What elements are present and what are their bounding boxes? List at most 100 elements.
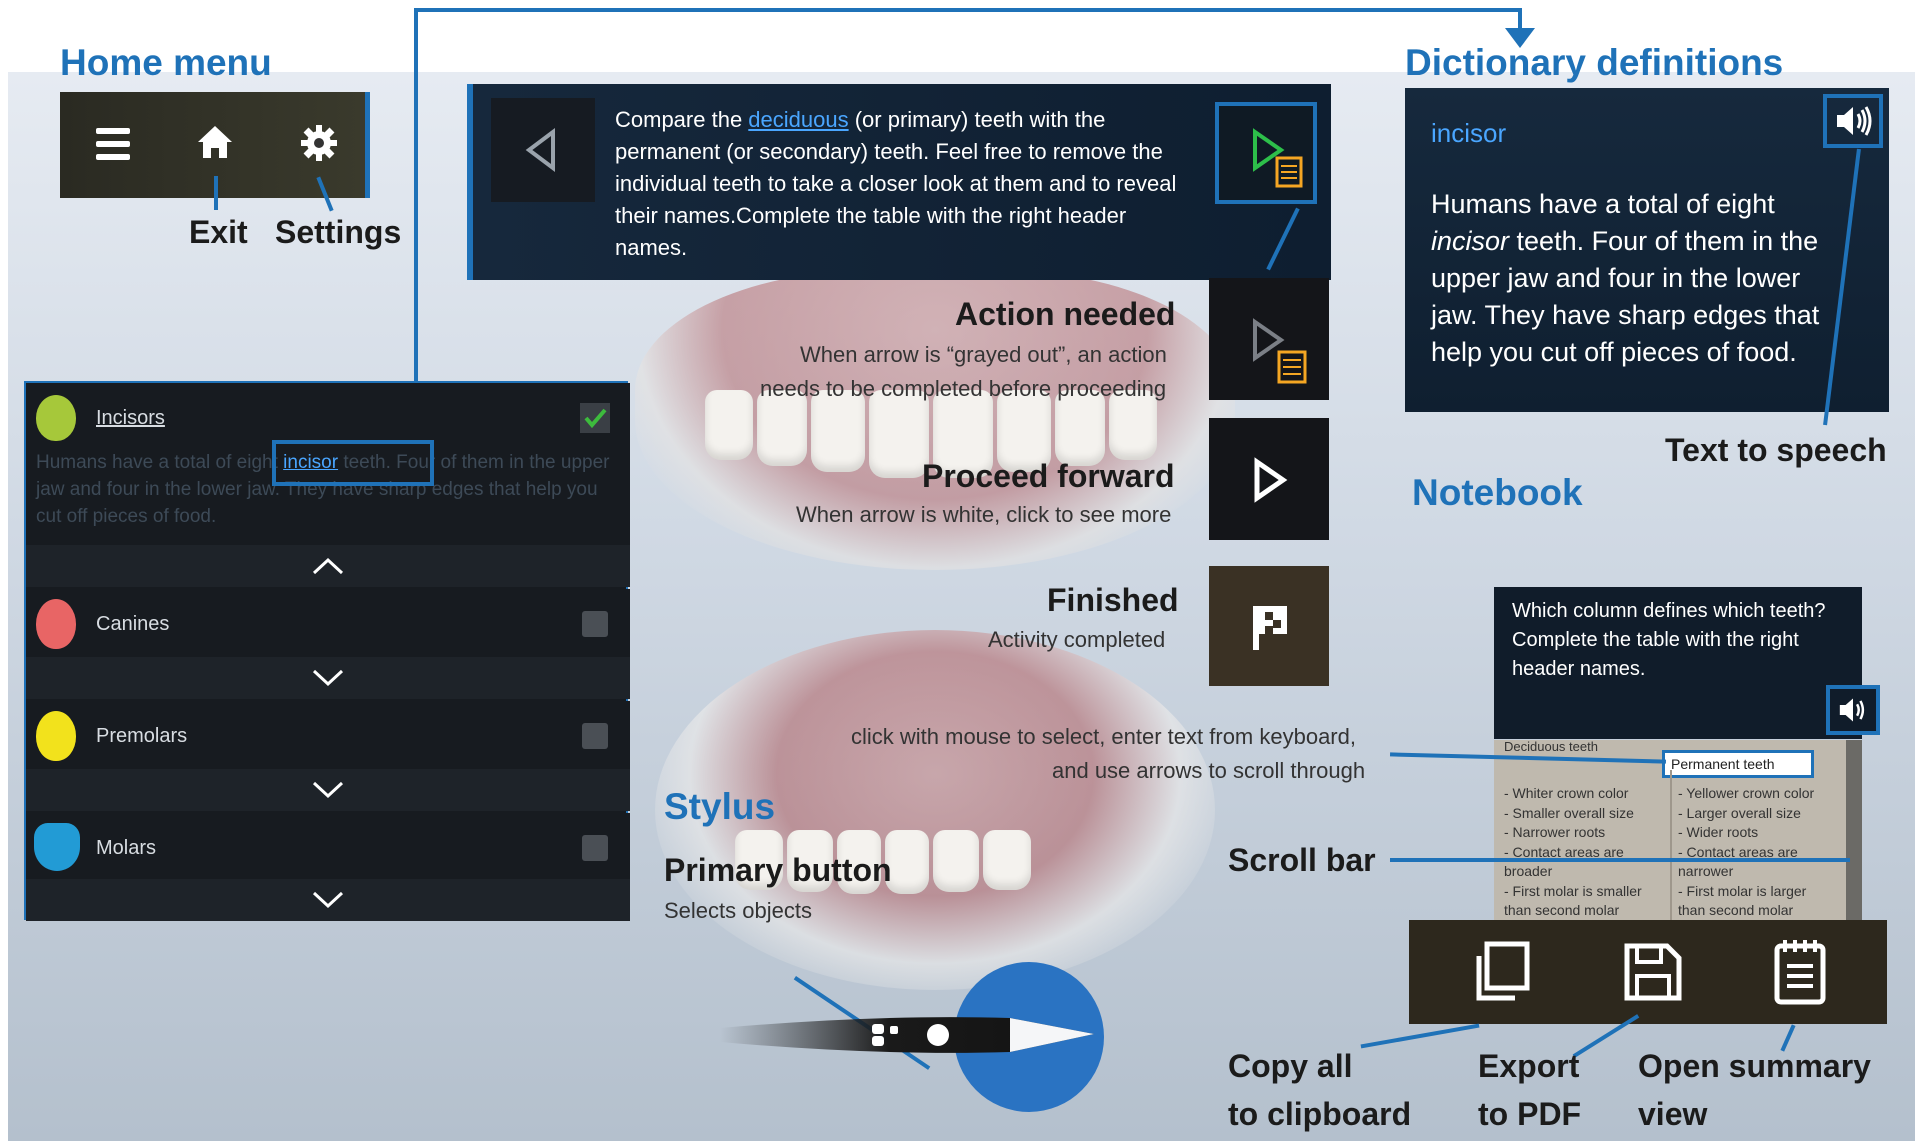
sidebar-item-premolars[interactable]: Premolars	[26, 701, 630, 769]
action-needed-desc-2: needs to be completed before proceeding	[760, 376, 1167, 401]
canines-checkbox[interactable]	[582, 611, 608, 637]
chevron-down-icon	[312, 891, 344, 909]
save-icon	[1624, 943, 1682, 1001]
triangle-right-green-icon	[1253, 128, 1303, 188]
copy-label-2: to clipboard	[1228, 1096, 1412, 1132]
notebook-toolbar	[1409, 920, 1887, 1024]
expand-button-premolars[interactable]	[26, 769, 630, 811]
copy-icon	[1476, 941, 1530, 1001]
col2-header-input[interactable]: Permanent teeth	[1662, 750, 1814, 778]
col1-line: - Narrower roots	[1504, 824, 1606, 840]
col1-lines: - Whiter crown color - Smaller overall s…	[1504, 784, 1664, 921]
finished-desc: Activity completed	[988, 627, 1166, 652]
dictionary-definition: Humans have a total of eight incisor tee…	[1431, 186, 1851, 371]
tts-label: Text to speech	[1665, 432, 1887, 468]
gear-icon[interactable]	[300, 124, 338, 162]
notepad-icon	[1774, 940, 1826, 1005]
back-button[interactable]	[491, 98, 595, 202]
collapse-button[interactable]	[26, 545, 630, 587]
chevron-down-icon	[312, 669, 344, 687]
sidebar-item-label: Molars	[96, 837, 157, 859]
home-icon[interactable]	[196, 124, 234, 160]
copy-label-1: Copy all	[1228, 1048, 1353, 1084]
dictionary-panel: incisor Humans have a total of eight inc…	[1405, 88, 1889, 412]
chevron-down-icon	[312, 781, 344, 799]
triangle-right-white-icon	[1254, 457, 1288, 503]
exit-label: Exit	[189, 214, 248, 250]
next-button[interactable]	[1215, 102, 1317, 204]
hamburger-icon[interactable]	[96, 128, 130, 160]
finished-button	[1209, 566, 1329, 686]
notebook-question-panel: Which column defines which teeth? Comple…	[1494, 587, 1880, 739]
dictionary-term: incisor	[1431, 118, 1507, 148]
proceed-title: Proceed forward	[922, 458, 1175, 494]
action-needed-title: Action needed	[955, 296, 1176, 332]
stylus-pen	[720, 1006, 1096, 1064]
action-needed-desc-1: When arrow is “grayed out”, an action	[800, 342, 1167, 367]
molar-tooth-icon	[34, 823, 80, 871]
summary-label-2: view	[1638, 1096, 1708, 1132]
col1-line: - Whiter crown color	[1504, 785, 1629, 801]
check-icon[interactable]	[580, 403, 610, 433]
expand-button-molars[interactable]	[26, 879, 630, 921]
expand-button-canines[interactable]	[26, 657, 630, 699]
instruction-text-pre: Compare the	[615, 107, 749, 132]
premolar-tooth-icon	[36, 711, 76, 761]
scroll-bar-label: Scroll bar	[1228, 842, 1376, 878]
deciduous-link[interactable]: deciduous	[748, 107, 848, 132]
summary-label-1: Open summary	[1638, 1048, 1871, 1084]
col2-line: - Larger overall size	[1678, 804, 1801, 821]
molars-checkbox[interactable]	[582, 835, 608, 861]
col1-line: - Smaller overall size	[1504, 804, 1634, 821]
summary-button[interactable]	[1769, 938, 1833, 1006]
link-connector-horizontal	[414, 8, 1522, 12]
notebook-tts-button[interactable]	[1826, 685, 1880, 735]
export-label-2: to PDF	[1478, 1096, 1582, 1132]
scrollbar[interactable]	[1846, 740, 1862, 922]
copy-button[interactable]	[1469, 940, 1533, 1004]
col1-line: - First molar is smaller	[1504, 882, 1642, 899]
col2-line: than second molar	[1678, 902, 1794, 918]
sidebar-desc-pre: Humans have a total of eight	[36, 452, 284, 473]
canine-tooth-icon	[36, 599, 76, 649]
speaker-icon	[1839, 698, 1865, 722]
primary-button-desc: Selects objects	[664, 898, 812, 923]
stylus-title: Stylus	[664, 786, 776, 827]
col2-line: - Wider roots	[1678, 824, 1759, 840]
action-needed-button	[1209, 278, 1329, 400]
checkered-flag-icon	[1253, 606, 1287, 650]
proceed-button	[1209, 418, 1329, 540]
notebook-table: Deciduous teeth Permanent teeth - Whiter…	[1494, 740, 1862, 922]
stylus-icon	[720, 1017, 1094, 1053]
col2-lines: - Yellower crown color - Larger overall …	[1678, 784, 1838, 921]
export-button[interactable]	[1621, 940, 1685, 1004]
col1-line: broader	[1504, 863, 1553, 879]
tts-button[interactable]	[1823, 94, 1883, 148]
sidebar-item-label: Canines	[96, 613, 170, 635]
link-connector-vertical	[414, 8, 418, 444]
sidebar-item-label: Premolars	[96, 725, 188, 747]
incisor-link-highlight	[272, 440, 434, 486]
col1-line: than second molar	[1504, 902, 1620, 918]
instruction-text: Compare the deciduous (or primary) teeth…	[615, 104, 1185, 264]
col2-line: - Yellower crown color	[1678, 785, 1815, 801]
sidebar-item-label: Incisors	[96, 407, 165, 429]
proceed-desc: When arrow is white, click to see more	[796, 502, 1172, 527]
notebook-question: Which column defines which teeth? Comple…	[1512, 600, 1826, 680]
table-divider	[1670, 770, 1672, 922]
instruction-panel: Compare the deciduous (or primary) teeth…	[467, 84, 1331, 280]
premolars-checkbox[interactable]	[582, 723, 608, 749]
chevron-up-icon	[312, 557, 344, 575]
sidebar-item-canines[interactable]: Canines	[26, 589, 630, 657]
notebook-title: Notebook	[1412, 472, 1583, 513]
primary-button-title: Primary button	[664, 852, 892, 888]
triangle-left-icon	[525, 128, 555, 172]
home-menu-title: Home menu	[60, 42, 272, 83]
dictionary-title: Dictionary definitions	[1405, 42, 1784, 83]
definition-em: incisor	[1431, 226, 1510, 256]
sidebar-item-molars[interactable]: Molars	[26, 813, 630, 879]
incisor-tooth-icon	[36, 395, 76, 441]
input-hint-1: click with mouse to select, enter text f…	[851, 724, 1356, 749]
scroll-callout-line	[1390, 858, 1850, 862]
speaker-icon	[1837, 106, 1872, 136]
